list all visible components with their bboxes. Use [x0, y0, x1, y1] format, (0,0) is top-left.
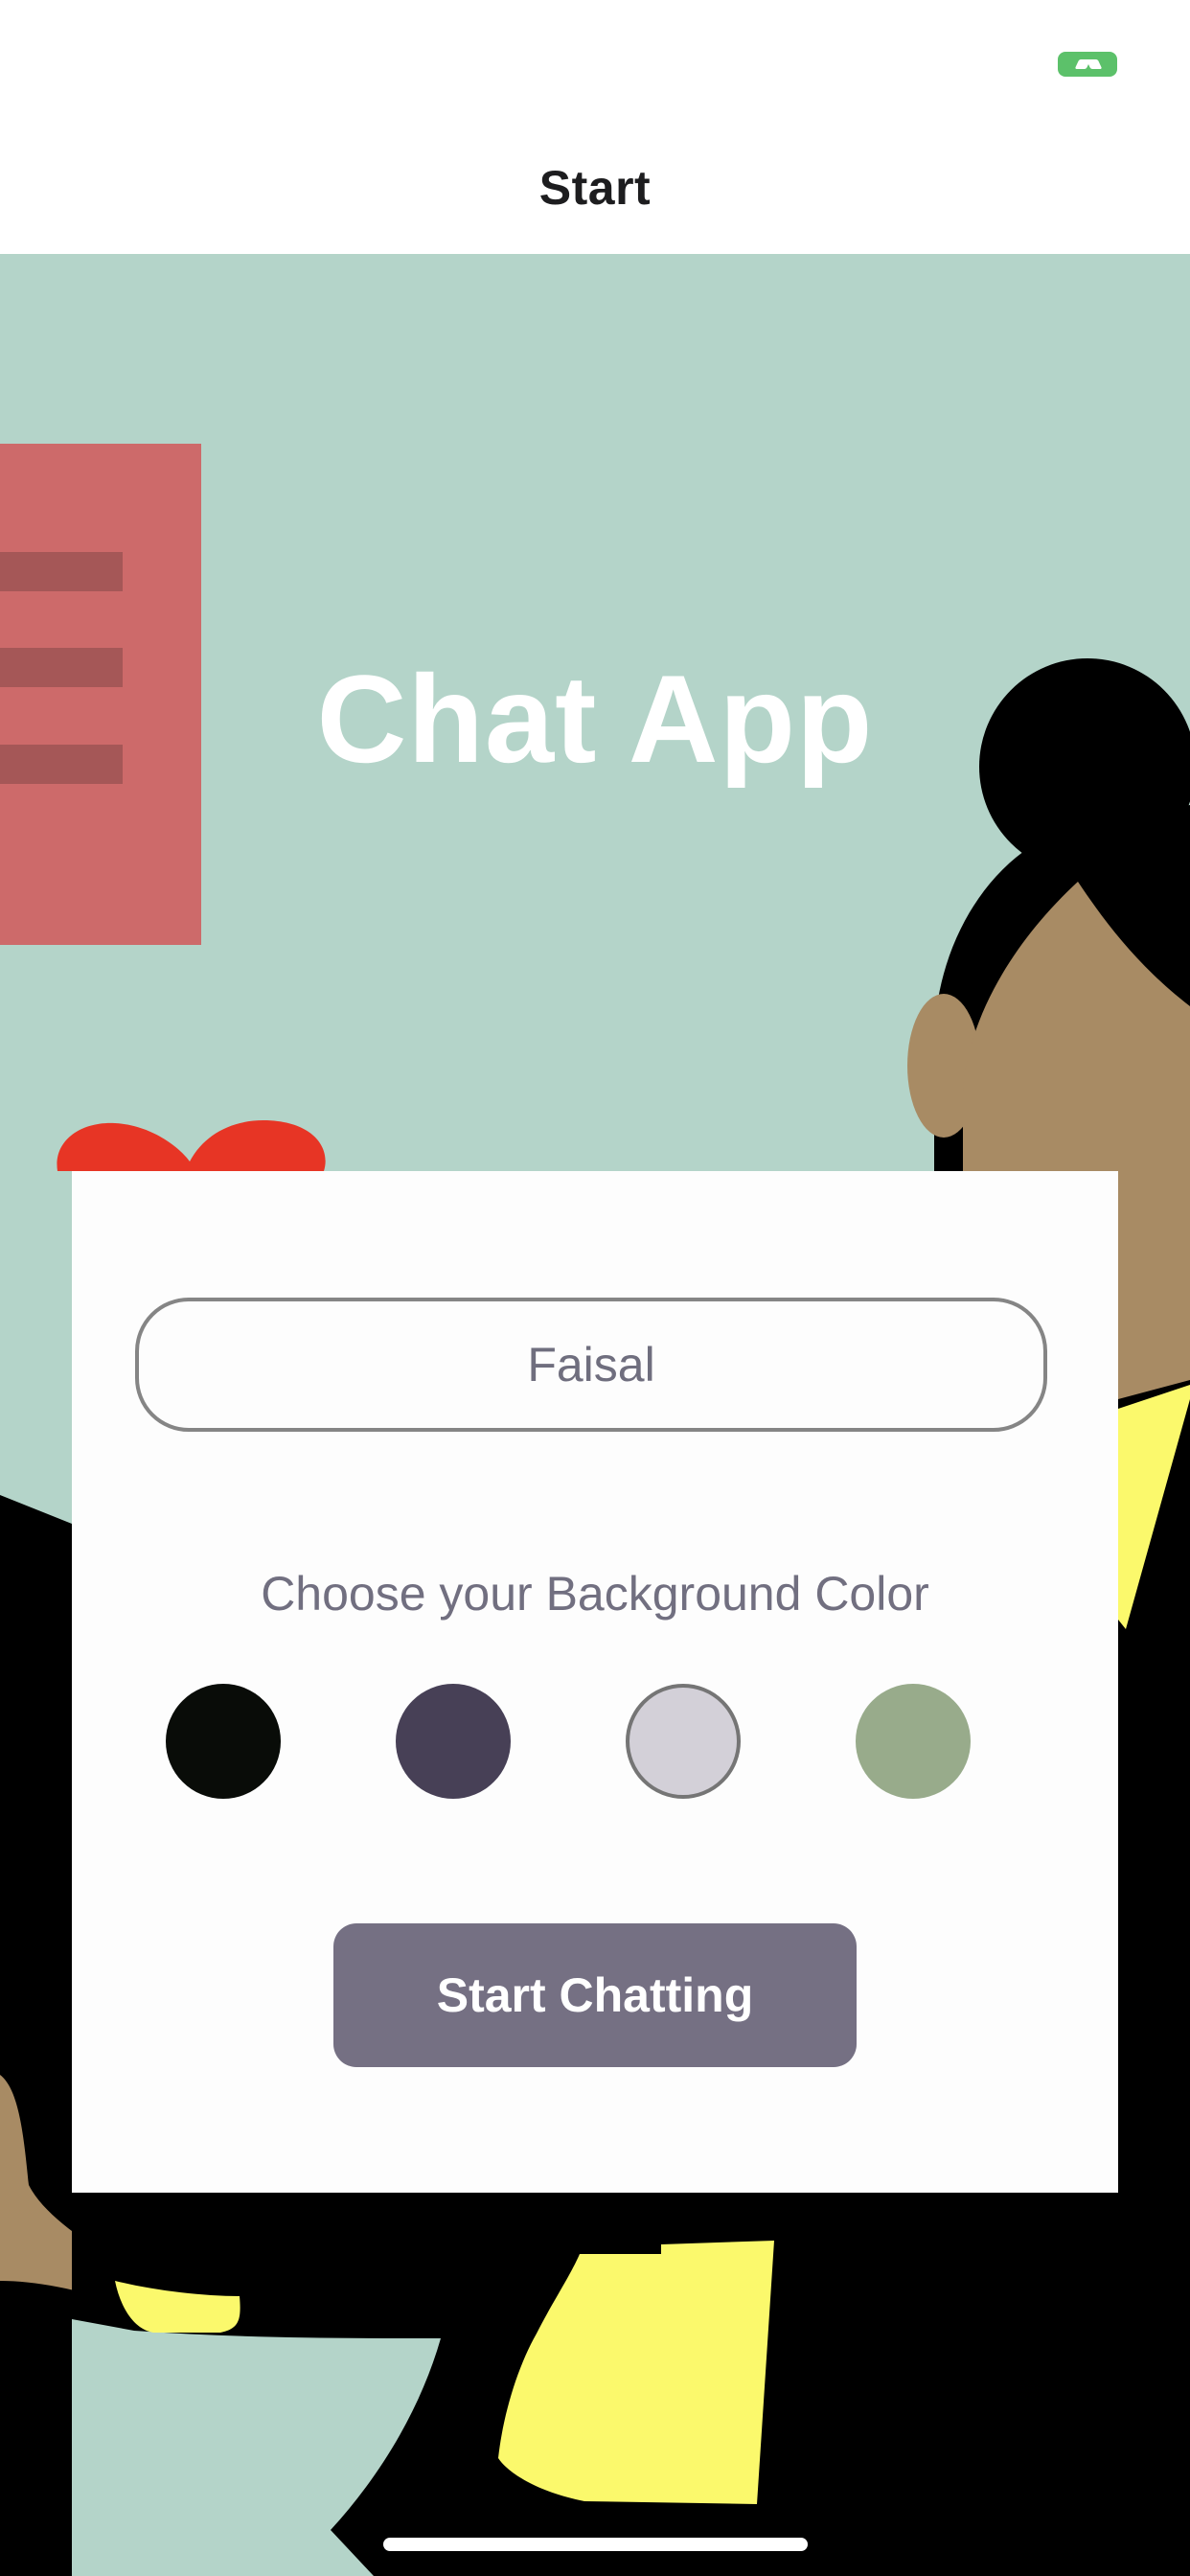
start-chatting-button[interactable]: Start Chatting — [333, 1923, 857, 2067]
app-title: Chat App — [316, 649, 874, 789]
home-indicator[interactable] — [383, 2538, 808, 2551]
heart-graphic — [57, 1120, 326, 1171]
color-swatch-group — [72, 1684, 1118, 1803]
color-swatch-sage-green[interactable] — [856, 1684, 971, 1799]
nav-title: Start — [538, 161, 652, 215]
navigation-bar: Start — [0, 125, 1190, 254]
color-swatch-black[interactable] — [166, 1684, 281, 1799]
color-swatch-light-gray[interactable] — [626, 1684, 741, 1799]
camera-in-use-icon — [1058, 52, 1117, 77]
name-input[interactable] — [135, 1298, 1047, 1432]
background-color-label: Choose your Background Color — [261, 1567, 929, 1621]
status-bar — [0, 0, 1190, 125]
start-form-card: Choose your Background Color Start Chatt… — [72, 1171, 1118, 2193]
screen: Start Chat App Faisal Choose your Backgr… — [0, 0, 1190, 2576]
color-swatch-dark-purple[interactable] — [396, 1684, 511, 1799]
